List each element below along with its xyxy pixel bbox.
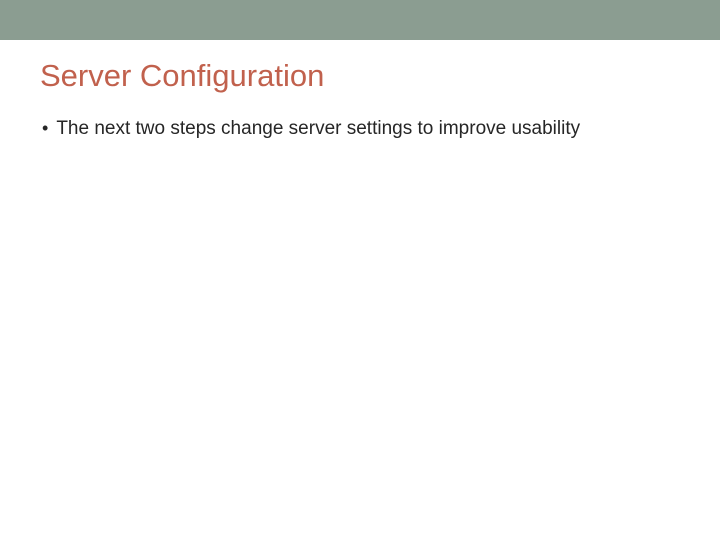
slide-title: Server Configuration <box>40 58 680 94</box>
bullet-dot-icon: • <box>42 116 48 140</box>
slide-content: Server Configuration • The next two step… <box>0 40 720 142</box>
bullet-item: • The next two steps change server setti… <box>40 116 680 142</box>
slide-top-bar <box>0 0 720 40</box>
bullet-text: The next two steps change server setting… <box>56 116 580 142</box>
